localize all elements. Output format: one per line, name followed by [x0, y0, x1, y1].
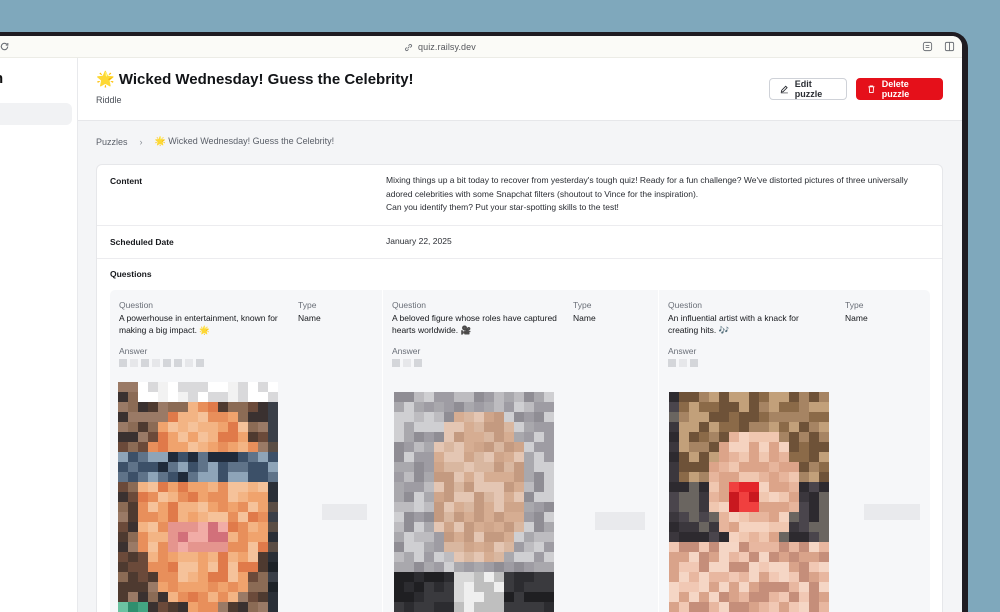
question-line: A powerhouse in entertainment, known for [119, 313, 278, 323]
answer-hidden [668, 359, 698, 367]
address-bar[interactable]: quiz.railsy.dev [404, 40, 476, 54]
answer-label: Answer [119, 346, 148, 356]
question-label: Question [392, 300, 427, 310]
breadcrumb: Puzzles › 🌟 Wicked Wednesday! Guess the … [96, 136, 334, 147]
question-label: Question [119, 300, 154, 310]
image-ghost [595, 512, 645, 530]
type-value: Name [573, 313, 596, 323]
reload-icon[interactable] [0, 41, 10, 52]
pixelated-celebrity-image [394, 392, 554, 612]
delete-puzzle-button[interactable]: Delete puzzle [856, 78, 943, 100]
page-title: 🌟 Wicked Wednesday! Guess the Celebrity! [96, 70, 414, 88]
page-subtitle: Riddle [96, 95, 122, 105]
answer-label: Answer [668, 346, 697, 356]
browser-toolbar: quiz.railsy.dev [0, 36, 962, 58]
questions-panel: Question A powerhouse in entertainment, … [110, 290, 930, 612]
answer-hidden [392, 359, 422, 367]
edit-puzzle-button[interactable]: Edit puzzle [769, 78, 847, 100]
type-value: Name [298, 313, 321, 323]
image-ghost [864, 504, 920, 520]
browser-window: quiz.railsy.dev n 🌟 Wicked Wednesday! Gu… [0, 36, 962, 612]
question-line: An influential artist with a knack for [668, 313, 799, 323]
main-content: 🌟 Wicked Wednesday! Guess the Celebrity!… [78, 58, 962, 612]
type-label: Type [845, 300, 864, 310]
type-label: Type [298, 300, 317, 310]
row-divider [97, 258, 942, 259]
page-header: 🌟 Wicked Wednesday! Guess the Celebrity!… [78, 58, 962, 121]
question-line: making a big impact. 🌟 [119, 324, 210, 335]
pencil-icon [780, 85, 788, 94]
share-icon[interactable] [922, 41, 933, 52]
puzzle-details-card: Content Mixing things up a bit today to … [96, 164, 943, 612]
type-value: Name [845, 313, 868, 323]
image-ghost [322, 504, 367, 520]
scheduled-date-value: January 22, 2025 [386, 236, 452, 246]
answer-hidden [119, 359, 204, 367]
question-line: hearts worldwide. 🎥 [392, 324, 472, 335]
sidebar-app-title: n [0, 70, 3, 87]
breadcrumb-root[interactable]: Puzzles [96, 137, 128, 147]
pixelated-celebrity-image [669, 392, 829, 612]
question-label: Question [668, 300, 703, 310]
chevron-right-icon: › [139, 136, 143, 147]
question-card: Question A powerhouse in entertainment, … [110, 290, 382, 612]
answer-label: Answer [392, 346, 421, 356]
pixelated-celebrity-image [118, 382, 278, 612]
title-emoji: 🌟 [96, 71, 115, 88]
question-line: creating hits. 🎶 [668, 324, 730, 335]
content-line: adored celebrities with some Snapchat fi… [386, 188, 699, 199]
sidebar-item-active[interactable] [0, 103, 72, 125]
content-value: Mixing things up a bit today to recover … [386, 174, 908, 215]
row-divider [97, 225, 942, 226]
edit-puzzle-label: Edit puzzle [794, 79, 823, 99]
title-text: Wicked Wednesday! Guess the Celebrity! [118, 71, 414, 88]
question-text: A beloved figure whose roles have captur… [392, 313, 557, 336]
question-text: An influential artist with a knack for c… [668, 313, 799, 336]
question-card: Question An influential artist with a kn… [659, 290, 930, 612]
type-label: Type [573, 300, 592, 310]
scheduled-date-label: Scheduled Date [110, 237, 174, 247]
question-card: Question A beloved figure whose roles ha… [383, 290, 658, 612]
link-icon [404, 43, 413, 51]
question-text: A powerhouse in entertainment, known for… [119, 313, 278, 336]
delete-puzzle-label: Delete puzzle [881, 79, 910, 99]
content-line: Mixing things up a bit today to recover … [386, 175, 908, 185]
sidebar-toggle-icon[interactable] [944, 41, 955, 52]
url-text: quiz.railsy.dev [418, 42, 476, 52]
content-line: Can you identify them? Put your star-spo… [386, 202, 619, 212]
content-label: Content [110, 176, 143, 186]
question-line: A beloved figure whose roles have captur… [392, 313, 557, 323]
sidebar: n [0, 58, 78, 612]
questions-label: Questions [110, 269, 152, 279]
trash-icon [868, 85, 875, 93]
breadcrumb-current: 🌟 Wicked Wednesday! Guess the Celebrity! [154, 136, 335, 146]
